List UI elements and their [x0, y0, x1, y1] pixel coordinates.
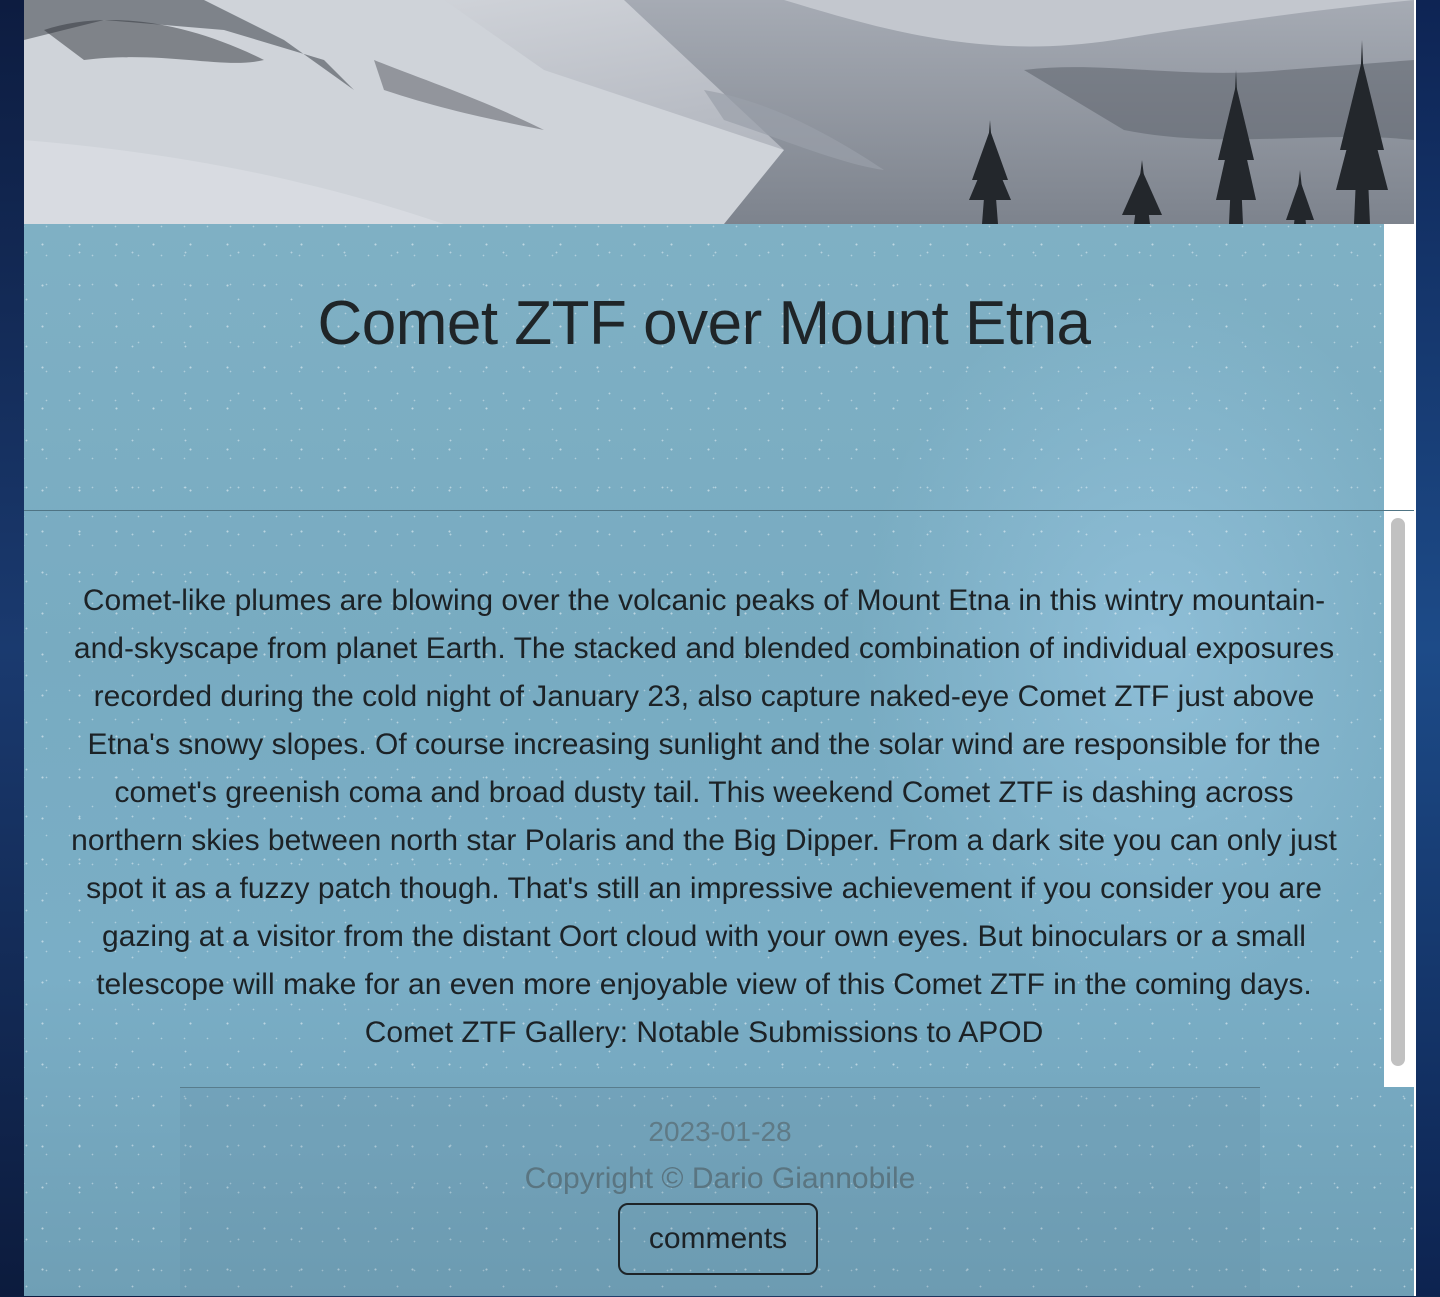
snowy-mountain-image [24, 0, 1414, 224]
apod-card: Comet ZTF over Mount Etna Comet-like plu… [24, 0, 1416, 1297]
explanation-scroll-area[interactable]: Comet-like plumes are blowing over the v… [24, 511, 1414, 1087]
copyright-label: Copyright © Dario Giannobile [524, 1162, 916, 1195]
content-panel: Comet ZTF over Mount Etna Comet-like plu… [24, 224, 1414, 1297]
scrollbar-thumb[interactable] [1391, 518, 1405, 1066]
footer: 2023-01-28 Copyright © Dario Giannobile … [180, 1087, 1260, 1297]
explanation-text: Comet-like plumes are blowing over the v… [71, 584, 1337, 1049]
page-background-left [0, 0, 24, 1296]
header-gutter [1384, 224, 1414, 510]
comments-button[interactable]: comments [618, 1203, 818, 1275]
hero-image [24, 0, 1414, 224]
page-title: Comet ZTF over Mount Etna [317, 288, 1091, 358]
page-background-right [1416, 0, 1440, 1296]
date-label: 2023-01-28 [648, 1116, 792, 1147]
